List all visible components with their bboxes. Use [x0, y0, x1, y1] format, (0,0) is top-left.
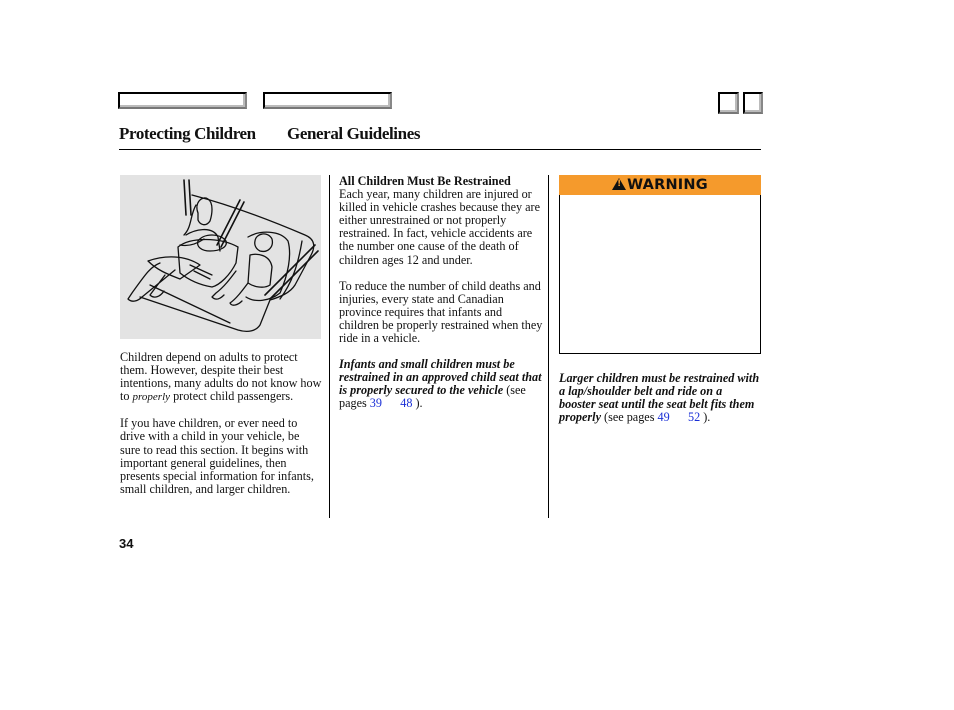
larger-children-note: Larger children must be restrained with …: [559, 371, 760, 425]
child-head: [254, 233, 274, 253]
infant-note: Infants and small children must be restr…: [339, 357, 542, 411]
adult-head: [196, 197, 213, 226]
adult-skirt: [147, 256, 201, 280]
child-seat-illustration: [120, 175, 321, 339]
page-link-48[interactable]: 48: [400, 396, 412, 410]
page-link-39[interactable]: 39: [370, 396, 382, 410]
page-link-52[interactable]: 52: [688, 410, 700, 424]
column-divider: [329, 175, 330, 518]
infant-carrier-handle: [189, 264, 213, 280]
column-left: Children depend on adults to protect the…: [120, 175, 322, 496]
page-link-49[interactable]: 49: [658, 410, 670, 424]
seat-outline: [139, 194, 315, 332]
adult-legs: [127, 262, 176, 302]
next-page-button[interactable]: [263, 92, 392, 109]
emphasis-properly: properly: [132, 391, 171, 404]
prev-page-button[interactable]: [118, 92, 247, 109]
column-middle: All Children Must Be Restrained Each yea…: [339, 174, 544, 411]
belt-left: [183, 179, 192, 216]
child-body: [247, 253, 273, 288]
column-divider: [548, 175, 549, 518]
child-seat: [245, 231, 291, 302]
child-legs: [211, 270, 249, 306]
warning-triangle-icon: [612, 178, 627, 190]
section-title: Protecting Children: [119, 124, 256, 143]
warning-box: WARNING: [559, 175, 761, 354]
statistics-paragraph: Each year, many children are injured or …: [339, 187, 540, 267]
page-number: 34: [119, 536, 134, 551]
subsection-title: General Guidelines: [287, 124, 421, 143]
illustration-drawing: [127, 179, 319, 332]
intro-paragraph: Children depend on adults to protect the…: [120, 350, 322, 404]
warning-body: [559, 195, 761, 354]
law-paragraph: To reduce the number of child deaths and…: [339, 278, 543, 346]
warning-header: WARNING: [559, 175, 761, 195]
title-rule: [119, 149, 761, 150]
section-overview-paragraph: If you have children, or ever need to dr…: [120, 416, 314, 496]
warning-label: WARNING: [627, 177, 708, 193]
infant: [196, 234, 227, 252]
section-index-button[interactable]: [718, 92, 739, 114]
contents-button[interactable]: [743, 92, 763, 114]
column-right: WARNING Larger children must be restrain…: [559, 175, 761, 424]
belt-right: [264, 244, 319, 300]
